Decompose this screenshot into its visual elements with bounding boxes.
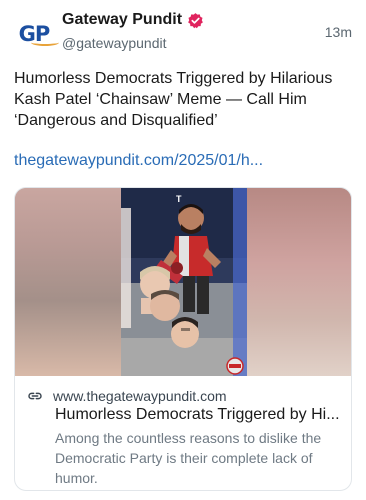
post-header: GP Gateway Pundit @gatewaypundit 13m <box>0 0 366 60</box>
logo-swoosh <box>31 39 59 46</box>
card-image[interactable]: T <box>15 188 351 376</box>
post-link[interactable]: thegatewaypundit.com/2025/01/h... <box>14 152 354 170</box>
meme-thumbnail: T <box>121 188 247 376</box>
blurred-background-left <box>15 188 121 376</box>
name-row: Gateway Pundit <box>62 11 204 29</box>
link-card[interactable]: T www.thegatewaypundit.com Humorless Dem… <box>14 187 352 491</box>
svg-text:T: T <box>176 194 182 204</box>
avatar[interactable]: GP <box>14 14 59 54</box>
card-description: Among the countless reasons to dislike t… <box>55 430 322 486</box>
link-icon <box>27 388 43 404</box>
card-domain-row: www.thegatewaypundit.com <box>27 388 227 404</box>
card-title[interactable]: Humorless Democrats Triggered by Hi... <box>55 406 345 424</box>
card-domain: www.thegatewaypundit.com <box>53 388 227 404</box>
handle[interactable]: @gatewaypundit <box>62 35 167 51</box>
verified-badge-icon <box>187 12 204 29</box>
display-name[interactable]: Gateway Pundit <box>62 11 182 29</box>
post-text: Humorless Democrats Triggered by Hilario… <box>14 70 333 129</box>
blurred-background-right <box>247 188 351 376</box>
post-time[interactable]: 13m <box>325 24 352 40</box>
post[interactable]: GP Gateway Pundit @gatewaypundit 13m Hum… <box>0 0 366 500</box>
card-meta[interactable]: www.thegatewaypundit.com Humorless Democ… <box>15 376 351 490</box>
